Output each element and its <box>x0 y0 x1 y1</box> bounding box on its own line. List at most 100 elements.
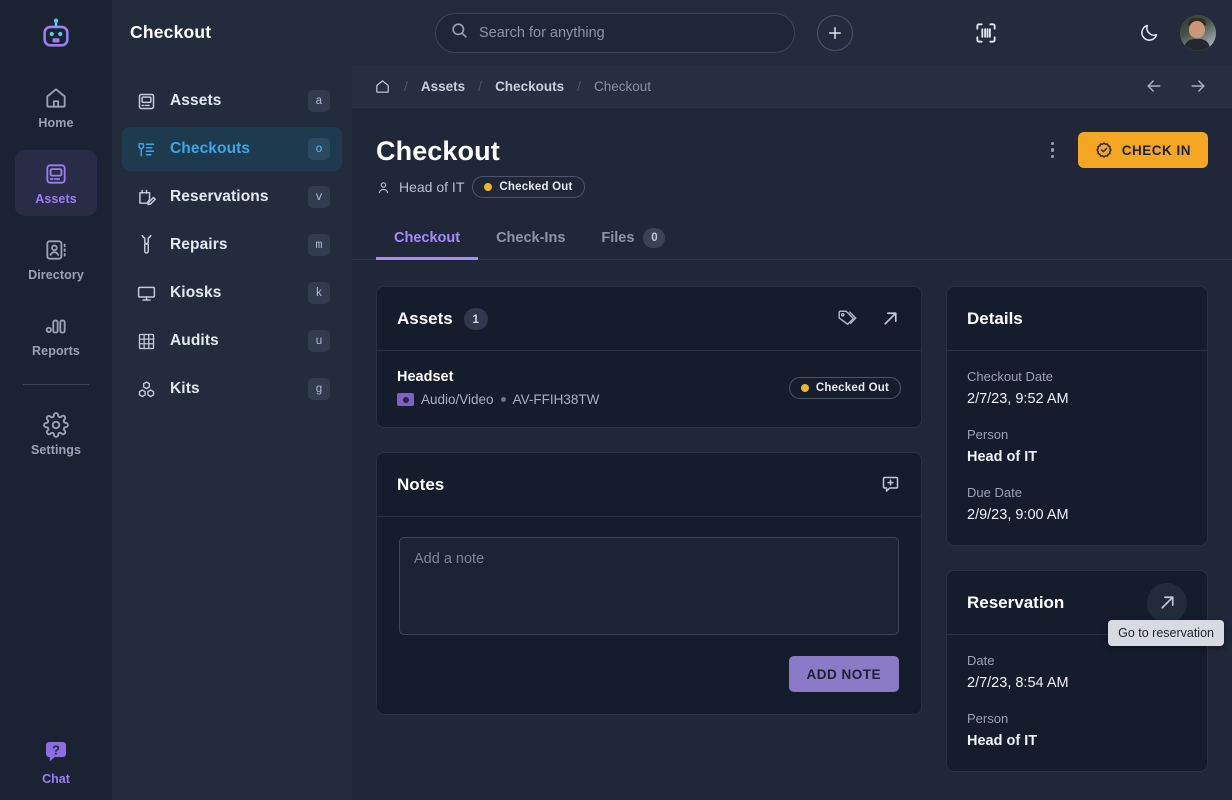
tab-checkout[interactable]: Checkout <box>376 218 479 260</box>
details-card-title: Details <box>967 308 1023 328</box>
search-icon <box>450 21 469 45</box>
tab-label: Checkout <box>394 229 461 246</box>
tab-label: Files <box>601 229 635 246</box>
tab-check-ins[interactable]: Check-Ins <box>478 218 583 260</box>
add-comment-icon[interactable] <box>880 474 901 495</box>
notes-card-title: Notes <box>397 474 445 494</box>
asset-meta: Audio/Video AV-FFIH38TW <box>397 392 599 407</box>
tab-label: Check-Ins <box>496 229 566 246</box>
field-value: Head of IT <box>967 449 1038 465</box>
note-input[interactable] <box>399 537 899 635</box>
back-button[interactable] <box>1144 76 1164 96</box>
notes-card: Notes Add a note ADD NOTE <box>376 452 922 715</box>
meta-separator-dot <box>500 397 506 402</box>
global-search <box>435 12 795 53</box>
details-body: Checkout Date 2/7/23, 9:52 AM Person Hea… <box>947 351 1207 545</box>
rail-item-home[interactable]: Home <box>15 74 97 140</box>
svg-text:?: ? <box>52 743 60 758</box>
reservation-body: Date 2/7/23, 8:54 AM Person Head of IT <box>947 635 1207 771</box>
boxes-icon <box>136 379 162 400</box>
breadcrumb-item-current: Checkout <box>593 78 652 94</box>
breadcrumb-separator: / <box>478 78 483 94</box>
rail-item-directory[interactable]: Directory <box>15 226 97 292</box>
rail-item-label: Settings <box>30 442 82 457</box>
search-input[interactable] <box>479 24 780 41</box>
arrow-right-icon <box>1191 80 1205 92</box>
assets-card-title: Assets <box>397 308 453 328</box>
rail-item-reports[interactable]: Reports <box>15 302 97 368</box>
add-button[interactable] <box>817 14 853 51</box>
status-label: Checked Out <box>499 181 573 193</box>
chat-label: Chat <box>42 772 70 786</box>
tab-files[interactable]: Files 0 <box>583 218 683 260</box>
search-box[interactable] <box>435 12 795 53</box>
external-link-icon[interactable] <box>880 308 901 329</box>
reservation-card: Reservation Go to reservation Date 2/7/2… <box>946 570 1224 772</box>
sidebar-item-repairs[interactable]: Repairs m <box>122 223 342 267</box>
field-label: Due Date <box>967 485 1022 500</box>
detail-field-person: Person Head of IT <box>967 427 1187 465</box>
breadcrumb-home-link[interactable] <box>374 78 391 95</box>
field-label: Person <box>967 711 1009 726</box>
topbar-right <box>1134 14 1216 51</box>
sidebar-item-label: Reservations <box>170 188 269 205</box>
sidebar-item-assets[interactable]: Assets a <box>122 79 342 123</box>
breadcrumb-separator: / <box>404 78 408 94</box>
chat-help-icon: ? <box>46 742 66 762</box>
rail-item-assets[interactable]: Assets <box>15 150 97 216</box>
notes-card-header: Notes <box>377 453 921 517</box>
barcode-scan-button[interactable] <box>969 16 1003 50</box>
avatar[interactable] <box>1180 14 1216 51</box>
sidebar-item-label: Checkouts <box>170 140 251 157</box>
sidebar-item-label: Repairs <box>170 236 228 253</box>
chat-button[interactable]: ? Chat <box>0 737 112 786</box>
breadcrumb-item-assets[interactable]: Assets <box>421 79 465 94</box>
field-label: Person <box>967 427 1009 442</box>
content-right-column: Details Checkout Date 2/7/23, 9:52 AM Pe… <box>946 286 1224 772</box>
barcode-scan-icon <box>976 22 996 43</box>
details-card: Details Checkout Date 2/7/23, 9:52 AM Pe… <box>946 286 1208 546</box>
sidebar-item-kiosks[interactable]: Kiosks k <box>122 271 342 315</box>
reservations-icon <box>136 187 162 208</box>
more-vertical-icon[interactable] <box>1042 135 1064 165</box>
content-left-column: Assets 1 Headset Audio/Video AV-FFIH38TW… <box>376 286 922 715</box>
page-subtitle: Head of IT Checked Out <box>376 176 1208 198</box>
tooltip: Go to reservation <box>1108 620 1224 646</box>
sidebar-item-label: Kits <box>170 380 200 397</box>
go-to-reservation-button[interactable] <box>1147 582 1187 623</box>
asset-list-item[interactable]: Headset Audio/Video AV-FFIH38TW Checked … <box>377 351 921 427</box>
app-root: Home Assets Directory Reports Settings ?… <box>0 0 1232 800</box>
wrench-icon <box>136 234 162 256</box>
rail-item-settings[interactable]: Settings <box>15 401 97 467</box>
robot-logo-icon[interactable] <box>34 12 78 56</box>
shortcut-key: o <box>308 138 330 160</box>
add-note-button[interactable]: ADD NOTE <box>788 656 899 692</box>
rail-items: Home Assets Directory Reports Settings <box>0 74 112 477</box>
status-badge: Checked Out <box>472 176 585 198</box>
theme-toggle-button[interactable] <box>1134 18 1164 48</box>
secondary-nav: Assets a Checkouts o Reservations v Repa… <box>112 65 352 800</box>
category-icon <box>397 393 414 406</box>
forward-button[interactable] <box>1188 76 1208 96</box>
breadcrumb-item-checkouts[interactable]: Checkouts <box>495 79 564 94</box>
sidebar-item-kits[interactable]: Kits g <box>122 367 342 411</box>
plus-icon <box>829 26 841 39</box>
detail-field-due-date: Due Date 2/9/23, 9:00 AM <box>967 485 1187 523</box>
shortcut-key: g <box>308 378 330 400</box>
shortcut-key: a <box>308 90 330 112</box>
sidebar-item-audits[interactable]: Audits u <box>122 319 342 363</box>
assets-count-badge: 1 <box>463 307 488 330</box>
rail-item-label: Assets <box>35 191 77 206</box>
sidebar-item-reservations[interactable]: Reservations v <box>122 175 342 219</box>
tags-icon[interactable] <box>836 308 858 330</box>
tab-count-badge: 0 <box>643 227 666 248</box>
breadcrumb-separator: / <box>577 78 581 94</box>
asset-status-badge: Checked Out <box>788 377 901 399</box>
check-in-button[interactable]: CHECK IN <box>1077 132 1208 168</box>
shortcut-key: m <box>308 234 330 256</box>
sidebar-item-checkouts[interactable]: Checkouts o <box>122 127 342 171</box>
field-label: Checkout Date <box>967 369 1053 384</box>
check-in-label: CHECK IN <box>1121 142 1191 158</box>
status-dot <box>484 183 493 191</box>
moon-icon <box>1140 24 1157 41</box>
